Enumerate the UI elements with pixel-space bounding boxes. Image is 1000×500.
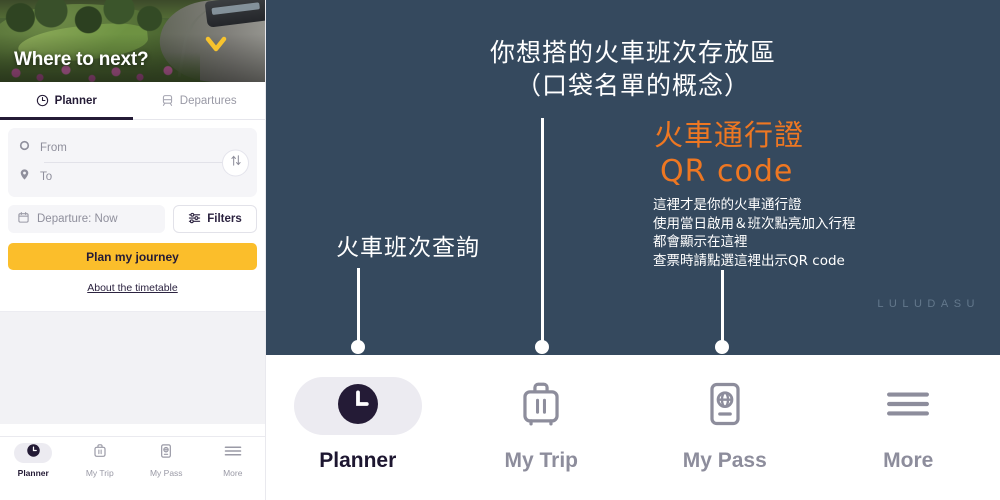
hamburger-menu-icon: [224, 444, 242, 463]
active-pill-background: [14, 443, 53, 463]
annotation-heading-line1: 你想搭的火車班次存放區: [489, 38, 776, 67]
annotation-body-line3: 都會顯示在這裡: [653, 234, 748, 251]
suitcase-icon: [92, 443, 108, 464]
about-the-timetable-link[interactable]: About the timetable: [8, 282, 257, 294]
phone-nav-more-iconwrap: [214, 443, 252, 463]
big-nav-item-my-pass[interactable]: My Pass: [633, 355, 817, 500]
annotation-body-line2: 使用當日啟用＆班次點亮加入行程: [653, 215, 856, 232]
big-nav-planner-iconwrap: [293, 377, 422, 435]
phone-nav-item-more[interactable]: More: [200, 443, 266, 478]
phone-nav-planner-iconwrap: [14, 443, 53, 463]
annotation-body-text: 這裡才是你的火車通行證 使用當日啟用＆班次點亮加入行程 都會顯示在這裡 查票時請…: [653, 196, 856, 271]
phone-bottom-navigation: Planner My Trip My Pass More: [0, 436, 266, 500]
pointer-stem: [541, 118, 544, 342]
field-divider: [44, 162, 222, 163]
pointer-dot: [715, 340, 729, 354]
big-nav-my-pass-iconwrap: [699, 377, 751, 435]
active-pill-background: [293, 377, 422, 435]
tab-planner[interactable]: Planner: [0, 82, 133, 120]
annotation-heading: 你想搭的火車班次存放區 （口袋名單的概念）: [266, 36, 1000, 102]
pointer-stem: [357, 268, 360, 342]
phone-nav-my-pass-label: My Pass: [149, 468, 183, 478]
pointer-stem: [721, 270, 724, 342]
big-nav-my-trip-label: My Trip: [504, 449, 578, 472]
enlarged-bottom-navigation: Planner My Trip My Pass More: [266, 355, 1000, 500]
big-nav-my-trip-iconwrap: [515, 377, 567, 435]
phone-nav-my-trip-iconwrap: [81, 443, 119, 463]
tab-planner-label: Planner: [54, 94, 97, 107]
filters-button[interactable]: Filters: [173, 205, 257, 233]
annotation-left-label: 火車班次查詢: [336, 235, 480, 261]
pointer-line-planner: [351, 268, 365, 356]
annotation-orange-line1: 火車通行證: [654, 118, 805, 152]
train-icon: [161, 94, 174, 107]
phone-nav-planner-label: Planner: [17, 468, 49, 478]
passport-icon: [699, 378, 751, 435]
pointer-line-my-trip: [535, 118, 549, 356]
annotation-dark-background: 你想搭的火車班次存放區 （口袋名單的概念） 火車班次查詢 火車通行證 QR co…: [266, 0, 1000, 355]
screenshot-root: Where to next? Planner Departures From T…: [0, 0, 1000, 500]
content-placeholder-area: [0, 311, 265, 424]
pointer-dot: [351, 340, 365, 354]
clock-icon: [26, 443, 41, 463]
passport-icon: [158, 443, 174, 464]
journey-planner-form: From To Departure: Now Filters Plan my j…: [0, 120, 265, 302]
pointer-line-my-pass: [715, 270, 729, 356]
phone-app-screenshot: Where to next? Planner Departures From T…: [0, 0, 266, 500]
suitcase-icon: [515, 378, 567, 435]
to-input-placeholder: To: [40, 171, 53, 183]
phone-nav-item-planner[interactable]: Planner: [0, 443, 67, 478]
options-row: Departure: Now Filters: [8, 205, 257, 233]
big-nav-more-label: More: [883, 449, 934, 472]
from-to-card: From To: [8, 128, 257, 197]
annotation-body-line1: 這裡才是你的火車通行證: [653, 197, 802, 213]
annotation-panel: 你想搭的火車班次存放區 （口袋名單的概念） 火車班次查詢 火車通行證 QR co…: [266, 0, 1000, 500]
chevron-down-icon[interactable]: [202, 30, 230, 58]
phone-nav-item-my-pass[interactable]: My Pass: [133, 443, 200, 478]
swap-origin-destination-button[interactable]: [222, 149, 249, 176]
big-nav-item-my-trip[interactable]: My Trip: [450, 355, 634, 500]
tab-bar: Planner Departures: [0, 82, 265, 120]
annotation-body-line4: 查票時請點選這裡出示QR code: [653, 252, 845, 269]
big-nav-my-pass-label: My Pass: [682, 449, 767, 472]
departure-time-label: Departure: Now: [37, 213, 118, 225]
hamburger-menu-icon: [883, 387, 933, 426]
phone-nav-my-pass-iconwrap: [147, 443, 185, 463]
map-pin-icon: [18, 168, 31, 186]
departure-time-selector[interactable]: Departure: Now: [8, 205, 165, 233]
tab-departures-label: Departures: [179, 94, 237, 107]
big-nav-item-more[interactable]: More: [817, 355, 1000, 500]
big-nav-planner-label: Planner: [319, 449, 397, 472]
big-nav-more-iconwrap: [883, 377, 933, 435]
filters-label: Filters: [207, 213, 242, 225]
big-nav-item-planner[interactable]: Planner: [266, 355, 450, 500]
phone-nav-item-my-trip[interactable]: My Trip: [67, 443, 134, 478]
annotation-orange-line2: QR code: [660, 153, 794, 189]
annotation-orange-heading: 火車通行證 QR code: [654, 118, 804, 191]
from-input-placeholder: From: [40, 142, 67, 154]
calendar-icon: [17, 211, 30, 227]
swap-vertical-icon: [229, 153, 243, 172]
circle-outline-icon: [18, 139, 31, 157]
hero-banner: Where to next?: [0, 0, 265, 82]
sliders-icon: [188, 211, 201, 227]
tab-departures[interactable]: Departures: [133, 82, 266, 119]
from-field[interactable]: From: [18, 137, 247, 159]
phone-nav-more-label: More: [223, 468, 243, 478]
watermark-text: LULUDASU: [877, 298, 980, 310]
plan-my-journey-button[interactable]: Plan my journey: [8, 243, 257, 270]
phone-nav-my-trip-label: My Trip: [85, 468, 114, 478]
annotation-heading-line2: （口袋名單的概念）: [515, 71, 750, 100]
pointer-dot: [535, 340, 549, 354]
hero-title: Where to next?: [14, 49, 149, 70]
to-field[interactable]: To: [18, 166, 247, 188]
clock-icon: [334, 380, 382, 433]
clock-icon: [36, 94, 49, 107]
